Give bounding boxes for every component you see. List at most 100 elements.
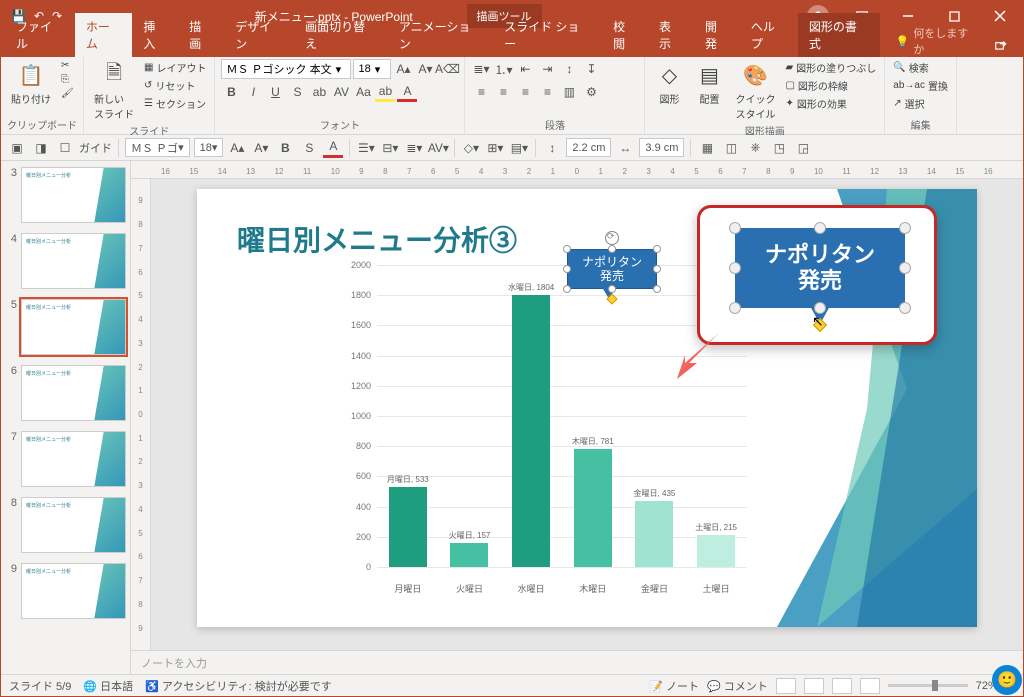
indent-dec-button[interactable]: ⇤ (515, 59, 535, 79)
shape-width-input[interactable]: 3.9 cm (639, 138, 684, 157)
resize-handle[interactable] (653, 245, 661, 253)
indent-inc-button[interactable]: ⇥ (537, 59, 557, 79)
qa-bold[interactable]: B (275, 138, 295, 158)
slideshow-view-button[interactable] (860, 678, 880, 694)
find-button[interactable]: 🔍検索 (891, 59, 950, 76)
resize-handle[interactable] (563, 265, 571, 273)
qa-icon[interactable]: ◨ (31, 138, 51, 158)
shadow-button[interactable]: ab (309, 82, 329, 102)
align-right-button[interactable]: ≡ (515, 82, 535, 102)
tell-me-search[interactable]: 💡 何をしますか (896, 25, 979, 57)
qa-align2[interactable]: ⊟▾ (380, 138, 400, 158)
shape-effects-button[interactable]: ✦図形の効果 (783, 95, 878, 112)
qa-textbox[interactable]: ⊞▾ (485, 138, 505, 158)
qa-size-select[interactable]: 18 ▾ (194, 138, 224, 157)
section-button[interactable]: ☰セクション (142, 95, 208, 112)
callout-text[interactable]: ナポリタン 発売 (582, 255, 642, 284)
qa-color[interactable]: A (323, 138, 343, 158)
language-status[interactable]: 🌐 日本語 (83, 678, 133, 694)
arrange-button[interactable]: ▤配置 (691, 59, 727, 108)
cut-button[interactable]: ✂ (59, 59, 76, 72)
tab-shape-format[interactable]: 図形の書式 (798, 13, 880, 57)
slide-canvas[interactable]: 曜日別メニュー分析③ 02004006008001000120014001600… (151, 179, 1023, 650)
rotate-handle[interactable] (605, 231, 619, 245)
underline-button[interactable]: U (265, 82, 285, 102)
slide-title[interactable]: 曜日別メニュー分析③ (237, 219, 517, 259)
qa-arrange[interactable]: ▤▾ (509, 138, 529, 158)
callout-shape[interactable]: ナポリタン 発売 (567, 249, 657, 289)
qa-icon[interactable]: ☐ (55, 138, 75, 158)
reading-view-button[interactable] (832, 678, 852, 694)
share-button[interactable] (979, 33, 1023, 57)
resize-handle[interactable] (653, 285, 661, 293)
numbering-button[interactable]: ⒈▾ (493, 59, 513, 79)
shape-fill-button[interactable]: ▰図形の塗りつぶし (783, 59, 878, 76)
thumbnail-slide-9[interactable]: 9曜日別メニュー分析 (5, 563, 126, 619)
highlight-button[interactable]: ab (375, 82, 395, 102)
format-painter-button[interactable]: 🖌 (59, 87, 76, 100)
qa-font-select[interactable]: ＭＳ Ｐゴ ▾ (125, 138, 190, 157)
align-center-button[interactable]: ≡ (493, 82, 513, 102)
tab-slideshow[interactable]: スライド ショー (493, 13, 602, 57)
font-name-select[interactable]: ＭＳ Ｐゴシック 本文▾ (221, 59, 351, 79)
line-spacing-button[interactable]: ↕ (559, 59, 579, 79)
qa-bullets[interactable]: ≣▾ (404, 138, 424, 158)
qa-align[interactable]: ☰▾ (356, 138, 376, 158)
tab-transitions[interactable]: 画面切り替え (294, 13, 388, 57)
strike-button[interactable]: S (287, 82, 307, 102)
qa-shrink-font[interactable]: A▾ (251, 138, 271, 158)
qa-shape[interactable]: ◇▾ (461, 138, 481, 158)
thumbnail-slide-7[interactable]: 7曜日別メニュー分析 (5, 431, 126, 487)
thumbnail-slide-8[interactable]: 8曜日別メニュー分析 (5, 497, 126, 553)
normal-view-button[interactable] (776, 678, 796, 694)
shape-outline-button[interactable]: ▢図形の枠線 (783, 77, 878, 94)
tab-help[interactable]: ヘルプ (740, 13, 798, 57)
paste-button[interactable]: 📋 貼り付け (7, 59, 55, 108)
align-left-button[interactable]: ≡ (471, 82, 491, 102)
tab-insert[interactable]: 挿入 (132, 13, 178, 57)
qa-grow-font[interactable]: A▴ (227, 138, 247, 158)
notes-toggle[interactable]: 📝 ノート (649, 678, 699, 694)
close-button[interactable] (977, 1, 1023, 31)
tab-developer[interactable]: 開発 (694, 13, 740, 57)
tab-animations[interactable]: アニメーション (388, 13, 493, 57)
resize-handle[interactable] (563, 285, 571, 293)
qa-misc[interactable]: ◫ (721, 138, 741, 158)
qa-spacing[interactable]: AV▾ (428, 138, 448, 158)
font-color-button[interactable]: A (397, 82, 417, 102)
decrease-font-button[interactable]: A▾ (415, 59, 435, 79)
thumbnail-slide-3[interactable]: 3曜日別メニュー分析 (5, 167, 126, 223)
smartart-button[interactable]: ⚙ (581, 82, 601, 102)
resize-handle[interactable] (608, 285, 616, 293)
notes-pane[interactable]: ノートを入力 (131, 650, 1023, 674)
shape-height-input[interactable]: 2.2 cm (566, 138, 611, 157)
spacing-button[interactable]: AV (331, 82, 351, 102)
tab-draw[interactable]: 描画 (178, 13, 224, 57)
tab-view[interactable]: 表示 (648, 13, 694, 57)
qa-strike[interactable]: S (299, 138, 319, 158)
columns-button[interactable]: ▥ (559, 82, 579, 102)
tab-design[interactable]: デザイン (224, 13, 294, 57)
layout-button[interactable]: ▦レイアウト (142, 59, 208, 76)
guide-label[interactable]: ガイド (79, 140, 112, 156)
slide[interactable]: 曜日別メニュー分析③ 02004006008001000120014001600… (197, 189, 977, 627)
resize-handle[interactable] (608, 245, 616, 253)
copy-button[interactable]: ⎘ (59, 73, 76, 86)
thumbnail-slide-6[interactable]: 6曜日別メニュー分析 (5, 365, 126, 421)
qa-misc[interactable]: ◲ (793, 138, 813, 158)
feedback-button[interactable]: 🙂 (992, 665, 1022, 695)
increase-font-button[interactable]: A▴ (393, 59, 413, 79)
justify-button[interactable]: ≡ (537, 82, 557, 102)
shapes-button[interactable]: ◇図形 (651, 59, 687, 108)
new-slide-button[interactable]: 🗎 新しい スライド (90, 59, 138, 123)
quick-styles-button[interactable]: 🎨クイック スタイル (731, 59, 779, 123)
accessibility-status[interactable]: ♿ アクセシビリティ: 検討が必要です (145, 678, 332, 694)
font-size-select[interactable]: 18▾ (353, 59, 391, 79)
replace-button[interactable]: ab→ac置換 (891, 77, 950, 94)
clear-format-button[interactable]: A⌫ (437, 59, 457, 79)
select-button[interactable]: ↗選択 (891, 95, 950, 112)
thumbnail-slide-5[interactable]: 5曜日別メニュー分析 (5, 299, 126, 355)
zoom-slider[interactable] (888, 684, 968, 687)
case-button[interactable]: Aa (353, 82, 373, 102)
slide-thumbnails[interactable]: 3曜日別メニュー分析4曜日別メニュー分析5曜日別メニュー分析6曜日別メニュー分析… (1, 161, 131, 674)
